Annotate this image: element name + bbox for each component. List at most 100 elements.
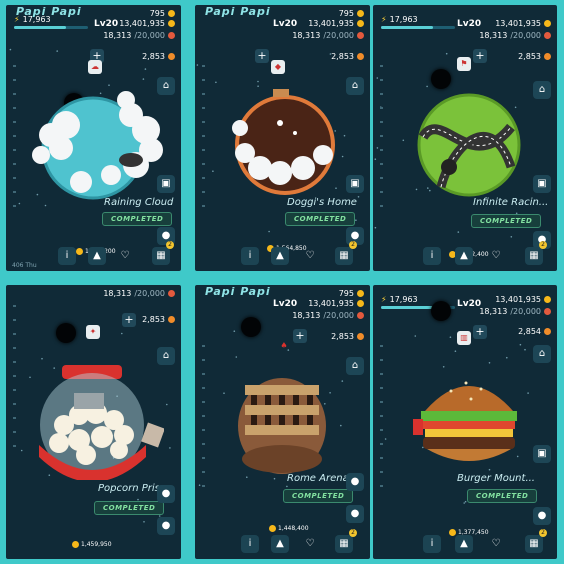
stars-value: 2,853 <box>142 52 165 61</box>
star-coin-icon <box>544 53 551 60</box>
star-dot <box>18 202 21 205</box>
progress-track <box>13 65 16 215</box>
shop-button[interactable]: ▦ <box>152 247 170 265</box>
shop-button[interactable]: ▦ <box>525 247 543 265</box>
star-dot <box>510 236 513 238</box>
completed-badge: COMPLETED <box>471 214 542 228</box>
level-label: Lv20 <box>94 19 119 29</box>
notification-badge: 2 <box>539 241 547 249</box>
tomato-button[interactable]: ● <box>346 505 364 523</box>
info-button[interactable]: i <box>241 247 259 265</box>
chest-button[interactable]: ▣ <box>157 175 175 193</box>
star-dot <box>215 81 217 84</box>
chest-button[interactable]: ▣ <box>533 445 551 463</box>
tomato-icon <box>357 312 364 319</box>
add-button[interactable]: + <box>293 329 307 343</box>
star-coin-icon <box>168 53 175 60</box>
add-button[interactable]: + <box>473 325 487 339</box>
cloud-pin-icon: ☁ <box>88 60 102 74</box>
tomato-max: /20,000 <box>323 31 354 40</box>
heart-button[interactable]: ♡ <box>301 535 319 553</box>
coin-button[interactable]: ● <box>346 473 364 491</box>
bottom-small-text: 406 Thu <box>12 262 37 269</box>
completed-badge: COMPLETED <box>102 212 173 226</box>
star-dot <box>233 330 236 332</box>
game-panel-popcorn-prison: 18,313/20,000 + 2,853 ✦ ⌂ Popcorn Priso … <box>6 285 181 559</box>
heart-button[interactable]: ♡ <box>487 535 505 553</box>
info-button[interactable]: i <box>58 247 76 265</box>
tomato-button[interactable]: ● <box>533 507 551 525</box>
coin-icon <box>544 296 551 303</box>
stars-value: 2,853 <box>142 315 165 324</box>
level-label: Lv20 <box>457 299 482 309</box>
game-panel-burger-mountain: ⚡ 17,963 Lv20 13,401,935 18,313/20,000 + … <box>373 285 557 559</box>
rocket-button[interactable]: ▲ <box>88 247 106 265</box>
info-button[interactable]: i <box>241 535 259 553</box>
coin-total: 1,459,950 <box>72 541 112 548</box>
completed-badge: COMPLETED <box>467 489 538 503</box>
star-dot <box>449 336 452 338</box>
shop-button[interactable]: ▦ <box>525 535 543 553</box>
coin-icon <box>357 20 364 27</box>
chest-button[interactable]: ▣ <box>533 175 551 193</box>
star-dot <box>169 447 171 449</box>
camera-button[interactable]: ⌂ <box>157 347 175 365</box>
rocket-button[interactable]: ▲ <box>271 247 289 265</box>
tomato-button[interactable]: ● <box>157 517 175 535</box>
planet-name: Raining Cloud <box>104 197 174 208</box>
black-hole-icon <box>431 301 451 321</box>
tomato-counter: 18,313/20,000 <box>103 289 175 298</box>
info-button[interactable]: i <box>423 247 441 265</box>
star-dot <box>519 343 522 346</box>
add-button[interactable]: + <box>122 313 136 327</box>
coin-icon <box>544 20 551 27</box>
notification-badge: 2 <box>539 529 547 537</box>
heart-button[interactable]: ♡ <box>301 247 319 265</box>
star-dot <box>464 500 467 503</box>
rocket-button[interactable]: ▲ <box>271 535 289 553</box>
gold-counter: 13,401,935 <box>495 295 551 304</box>
camera-button[interactable]: ⌂ <box>533 345 551 363</box>
star-dot <box>142 78 145 80</box>
coin-icon <box>72 541 79 548</box>
rocket-button[interactable]: ▲ <box>455 535 473 553</box>
add-button[interactable]: + <box>255 49 269 63</box>
bolt-icon: ⚡ <box>381 15 387 24</box>
completed-badge: COMPLETED <box>285 212 356 226</box>
game-panel-raining-cloud: Papi Papi ⚡ 17,963 Lv20 795 13,401,935 18… <box>6 5 181 271</box>
heart-button[interactable]: ♡ <box>116 247 134 265</box>
star-dot <box>384 438 387 440</box>
tomato-counter: 18,313/20,000 <box>292 311 364 320</box>
star-dot <box>41 357 43 360</box>
star-dot <box>212 170 214 172</box>
star-dot <box>143 521 145 523</box>
star-coin-icon <box>168 316 175 323</box>
chest-button[interactable]: ▣ <box>346 175 364 193</box>
stars-counter: 2,853 <box>142 52 175 61</box>
add-button[interactable]: + <box>473 49 487 63</box>
coin-button[interactable]: ● <box>157 485 175 503</box>
camera-button[interactable]: ⌂ <box>346 357 364 375</box>
star-dot <box>506 356 508 359</box>
energy-counter: ⚡ 17,963 <box>381 15 455 29</box>
camera-button[interactable]: ⌂ <box>346 77 364 95</box>
fries-pin-icon: ▥ <box>457 331 471 345</box>
planet-name: Doggi's Home <box>287 197 357 208</box>
info-button[interactable]: i <box>423 535 441 553</box>
rome-arena-planet <box>238 378 326 474</box>
popcorn-prison-planet <box>39 365 164 480</box>
doggis-home-planet <box>232 89 335 195</box>
coin-total-value: 1,459,950 <box>81 541 112 548</box>
tomato-icon <box>168 290 175 297</box>
shop-button[interactable]: ▦ <box>335 247 353 265</box>
shop-button[interactable]: ▦ <box>335 535 353 553</box>
rocket-button[interactable]: ▲ <box>455 247 473 265</box>
camera-button[interactable]: ⌂ <box>533 81 551 99</box>
progress-track <box>202 65 205 215</box>
coin-icon <box>357 10 364 17</box>
gold-value: 13,401,935 <box>495 19 541 28</box>
heart-button[interactable]: ♡ <box>487 247 505 265</box>
star-dot <box>223 392 225 394</box>
coin-icon <box>449 529 456 536</box>
tomato-counter: 18,313/20,000 <box>292 31 364 40</box>
